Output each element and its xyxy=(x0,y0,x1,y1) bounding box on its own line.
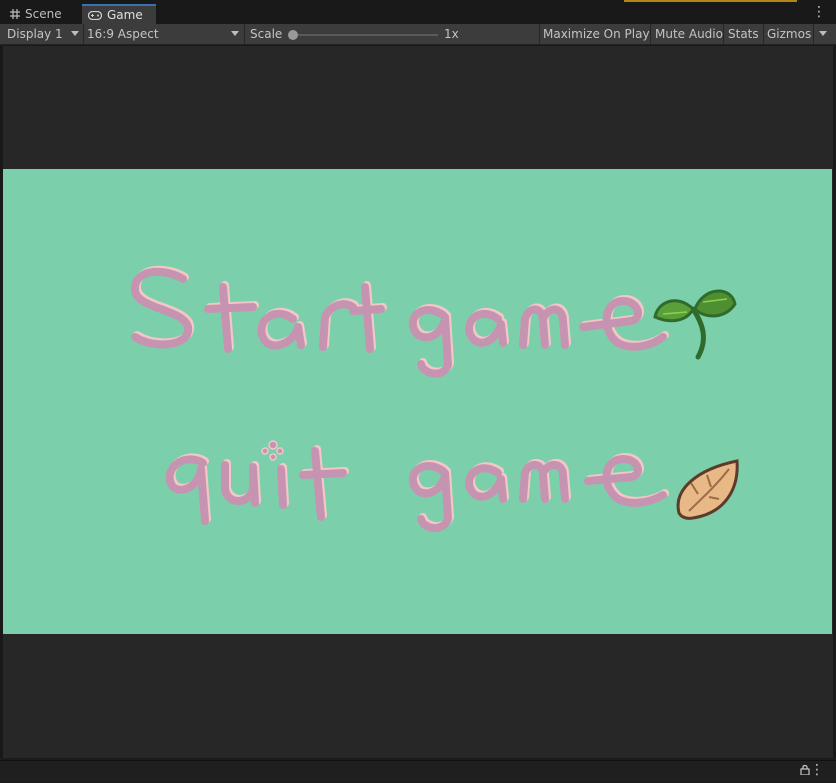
seed-icon xyxy=(676,459,739,520)
more-options-icon[interactable]: ⋮ xyxy=(812,5,826,19)
gamepad-icon xyxy=(88,10,102,20)
scale-value: 1x xyxy=(444,27,459,41)
toolbar-divider xyxy=(83,24,84,44)
start-game-letter-s xyxy=(131,267,192,349)
chevron-down-icon xyxy=(231,31,239,36)
editor-tab-bar: Scene Game ⋮ xyxy=(0,0,836,24)
bottom-more-options-icon[interactable]: ⋮ xyxy=(810,762,824,778)
aspect-dropdown-value: 16:9 Aspect xyxy=(87,27,159,41)
toolbar-divider xyxy=(813,24,814,44)
start-game-letter-t2 xyxy=(349,283,385,353)
stats-toggle[interactable]: Stats xyxy=(728,24,759,44)
toolbar-divider xyxy=(539,24,540,44)
game-menu-art xyxy=(131,265,739,532)
gizmos-chevron-down-icon[interactable] xyxy=(819,31,827,36)
maximize-on-play-toggle[interactable]: Maximize On Play xyxy=(543,24,650,44)
flower-dot-icon xyxy=(261,440,284,461)
chevron-down-icon xyxy=(71,31,79,36)
mute-audio-toggle[interactable]: Mute Audio xyxy=(655,24,723,44)
quit-game-letter-i xyxy=(277,465,287,509)
toolbar-divider xyxy=(244,24,245,44)
tab-scene-label: Scene xyxy=(25,7,62,21)
quit-game-letter-q xyxy=(165,455,209,525)
gizmos-toggle[interactable]: Gizmos xyxy=(767,24,811,44)
display-dropdown-value: Display 1 xyxy=(7,27,63,41)
scale-label: Scale xyxy=(250,27,283,41)
scale-slider-track[interactable] xyxy=(292,34,438,36)
toolbar-divider xyxy=(723,24,724,44)
toolbar-divider xyxy=(650,24,651,44)
tab-game[interactable]: Game xyxy=(82,4,156,24)
game-canvas[interactable] xyxy=(3,169,832,634)
bottom-panel-header xyxy=(0,760,836,781)
play-mode-accent-bar xyxy=(624,0,797,2)
toolbar-divider xyxy=(763,24,764,44)
sprout-icon xyxy=(653,289,737,360)
grid-icon xyxy=(10,9,20,19)
lock-icon[interactable] xyxy=(800,764,810,775)
aspect-dropdown[interactable]: 16:9 Aspect xyxy=(87,24,242,44)
tab-game-label: Game xyxy=(107,8,143,22)
tab-scene[interactable]: Scene xyxy=(4,4,84,24)
scale-slider-handle[interactable] xyxy=(288,30,298,40)
